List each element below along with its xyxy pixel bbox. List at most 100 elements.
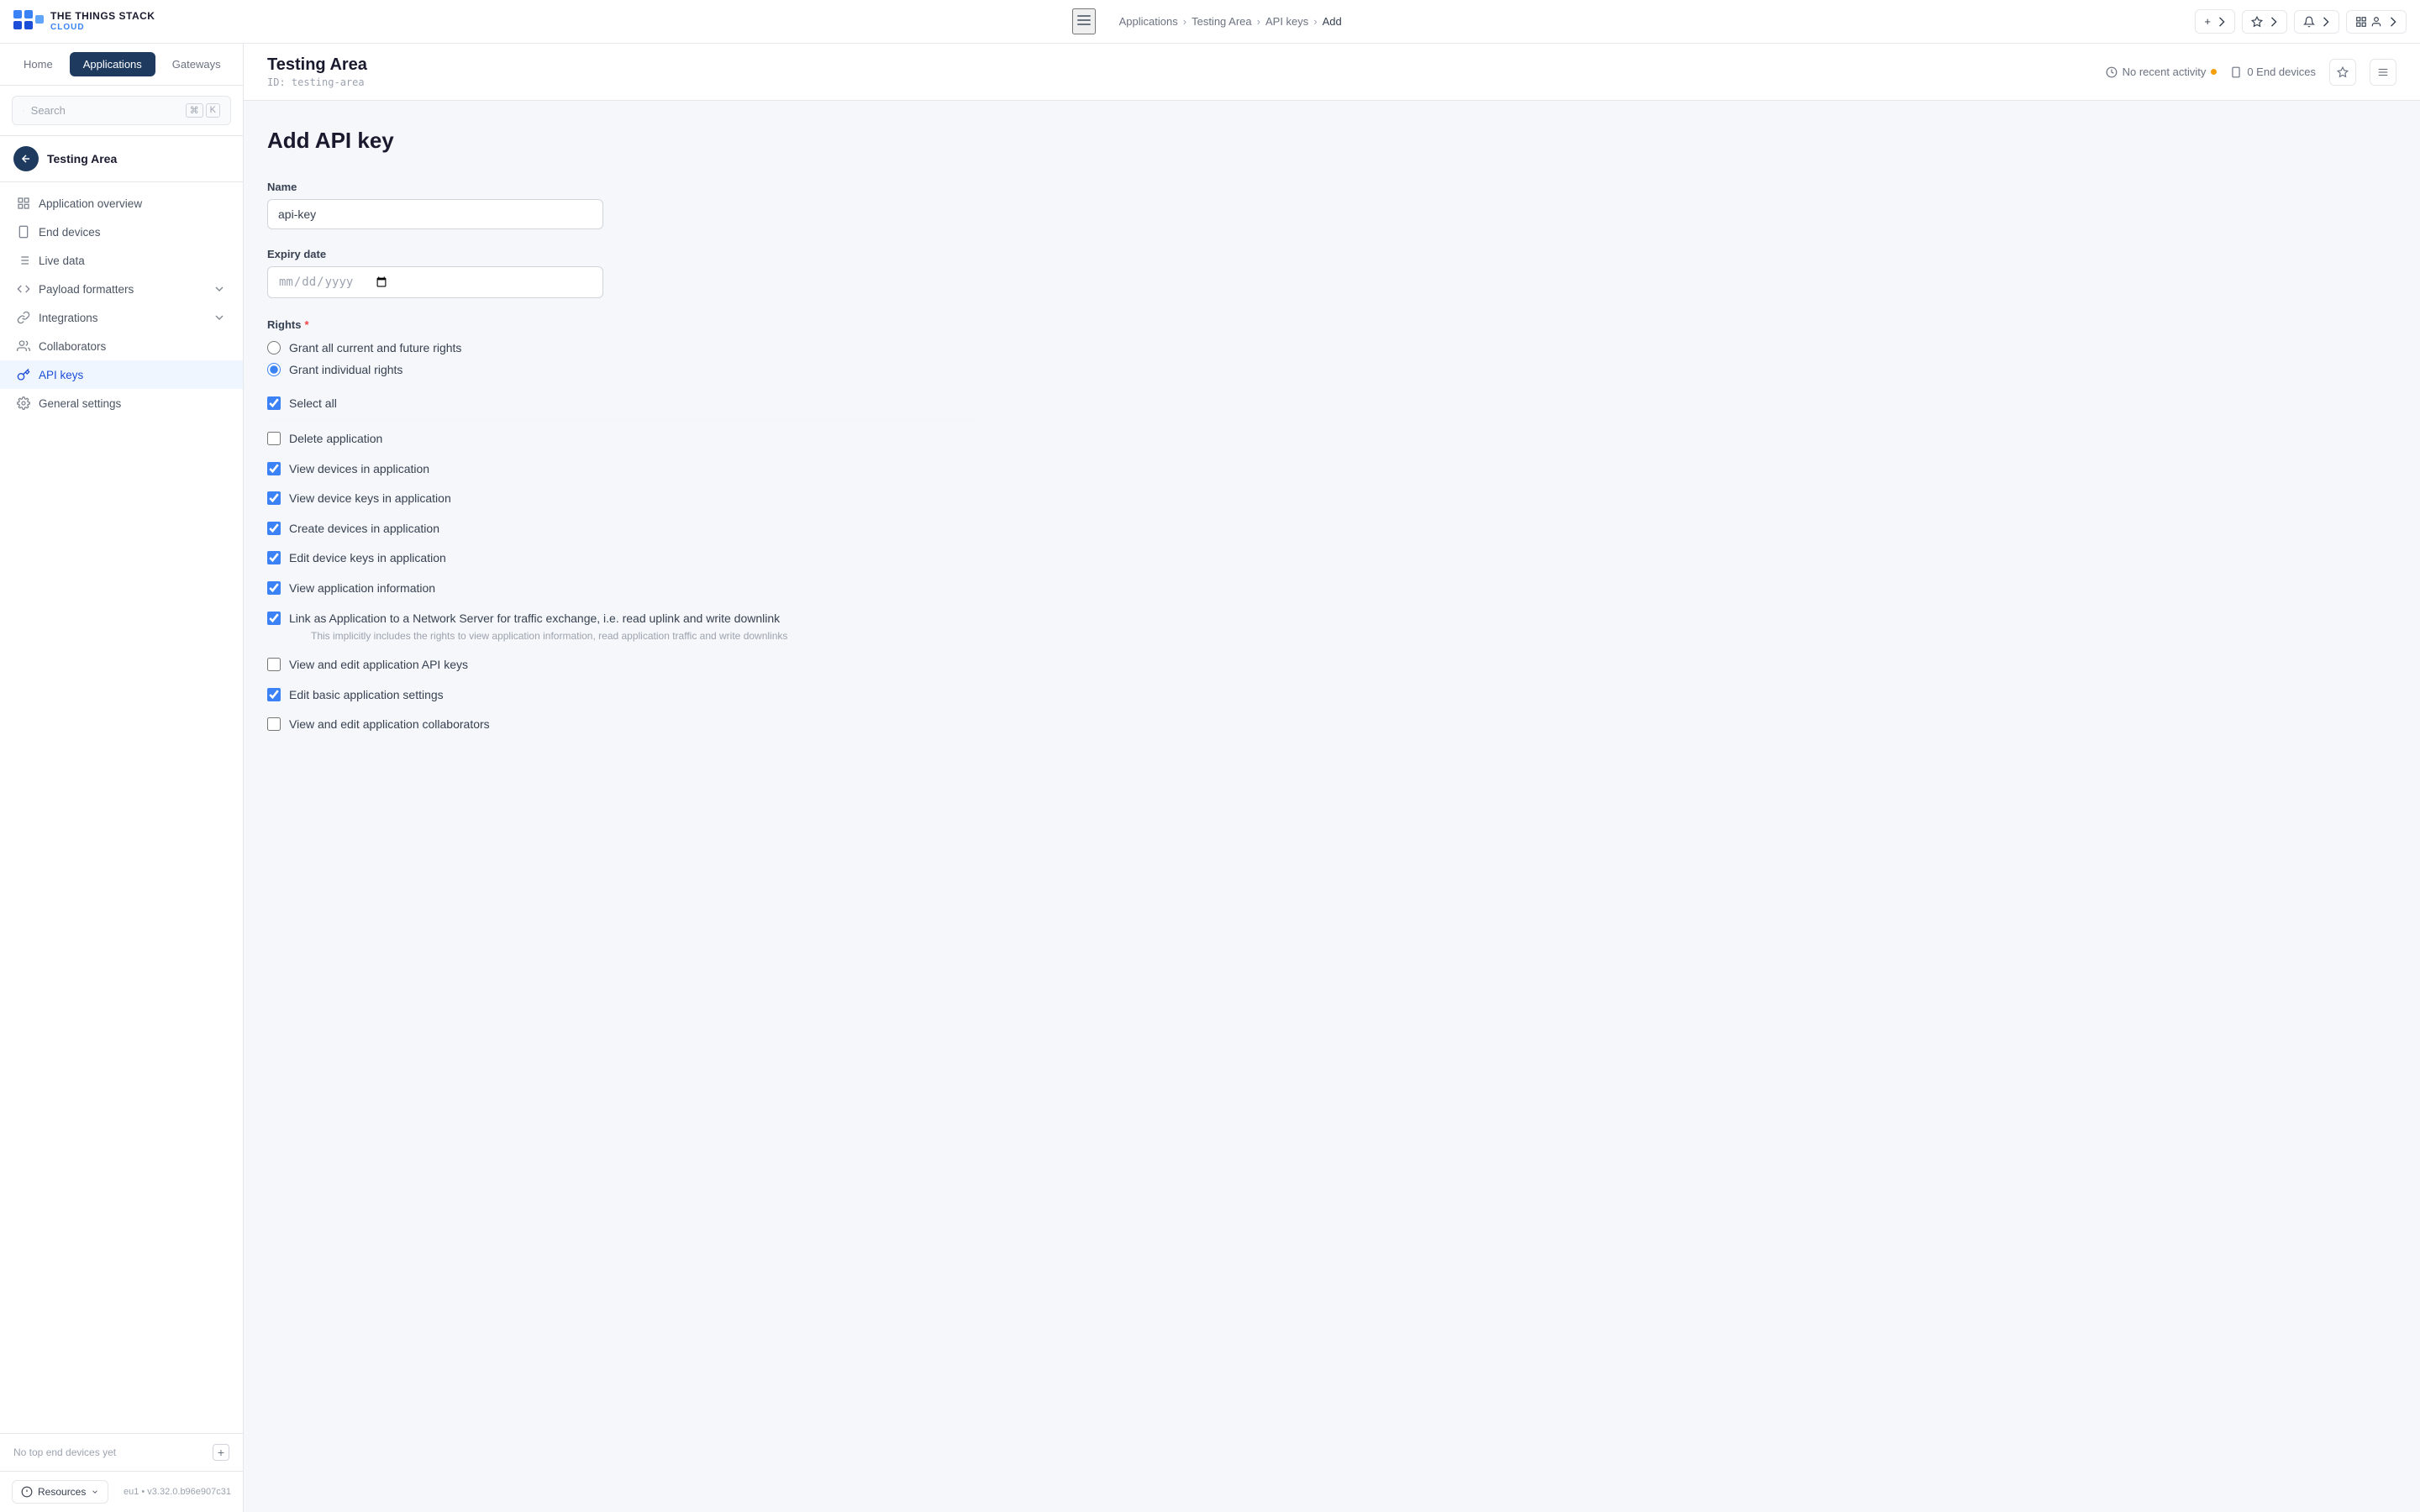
perm-view-devices-label: View devices in application — [289, 461, 429, 478]
radio-all-rights-input[interactable] — [267, 341, 281, 354]
perm-view-edit-api-keys-checkbox[interactable] — [267, 658, 281, 671]
logo-text: THE THINGS STACK CLOUD — [50, 11, 155, 31]
perm-edit-basic-settings-label: Edit basic application settings — [289, 687, 444, 704]
sidebar-tab-home[interactable]: Home — [10, 52, 66, 76]
dashboard-button[interactable] — [2346, 10, 2407, 34]
expiry-input[interactable] — [267, 266, 603, 298]
bookmark-button[interactable] — [2329, 59, 2356, 86]
gear-icon — [17, 396, 30, 410]
back-button[interactable] — [13, 146, 39, 171]
select-all-checkbox[interactable] — [267, 396, 281, 410]
perm-view-device-keys-label: View device keys in application — [289, 491, 451, 507]
perm-view-edit-collaborators: View and edit application collaborators — [267, 710, 976, 740]
version-text: eu1 • v3.32.0.b96e907c31 — [124, 1487, 231, 1497]
sidebar-item-app-overview[interactable]: Application overview — [0, 189, 243, 218]
activity-dot — [2211, 69, 2217, 75]
content-body: Add API key Name Expiry date Rights * — [244, 101, 1000, 767]
perm-edit-device-keys-checkbox[interactable] — [267, 551, 281, 564]
sidebar-item-integrations[interactable]: Integrations — [0, 303, 243, 332]
radio-individual-rights[interactable]: Grant individual rights — [267, 363, 976, 376]
perm-view-edit-collaborators-label: View and edit application collaborators — [289, 717, 490, 733]
sidebar-item-payload-formatters[interactable]: Payload formatters — [0, 275, 243, 303]
content-header: Testing Area ID: testing-area No recent … — [244, 44, 2420, 101]
rights-section: Rights * Grant all current and future ri… — [267, 318, 976, 740]
search-input[interactable] — [31, 104, 179, 117]
content-area: Testing Area ID: testing-area No recent … — [244, 44, 2420, 1512]
perm-link-app-checkbox[interactable] — [267, 612, 281, 625]
code-icon — [17, 282, 30, 296]
breadcrumb-current: Add — [1323, 15, 1342, 28]
perm-create-devices-checkbox[interactable] — [267, 522, 281, 535]
main-layout: Home Applications Gateways ⌘K Testing Ar… — [0, 44, 2420, 1512]
radio-individual-rights-input[interactable] — [267, 363, 281, 376]
select-all-row: Select all — [267, 390, 976, 421]
sidebar-item-general-settings[interactable]: General settings — [0, 389, 243, 417]
devices-icon — [2230, 66, 2242, 78]
breadcrumb-sep-2: › — [1257, 15, 1260, 28]
sidebar-nav-tabs: Home Applications Gateways — [0, 44, 243, 86]
perm-view-edit-collaborators-checkbox[interactable] — [267, 717, 281, 731]
activity-icon — [2106, 66, 2118, 78]
app-name: Testing Area — [267, 55, 367, 75]
perm-view-edit-api-keys: View and edit application API keys — [267, 650, 976, 680]
content-header-left: Testing Area ID: testing-area — [267, 55, 367, 88]
perm-link-app-hint: This implicitly includes the rights to v… — [289, 628, 787, 643]
sidebar-item-collaborators[interactable]: Collaborators — [0, 332, 243, 360]
breadcrumb-applications[interactable]: Applications — [1119, 15, 1178, 28]
sidebar-tab-gateways[interactable]: Gateways — [159, 52, 234, 76]
breadcrumb-sep-1: › — [1183, 15, 1186, 28]
star-icon — [2337, 66, 2349, 78]
name-label: Name — [267, 181, 976, 193]
chevron-down-icon — [213, 282, 226, 296]
perm-create-devices: Create devices in application — [267, 514, 976, 544]
resources-button[interactable]: Resources — [12, 1480, 108, 1504]
perm-view-app-info: View application information — [267, 574, 976, 604]
expiry-field-group: Expiry date — [267, 248, 976, 298]
bookmarks-button[interactable] — [2242, 10, 2287, 34]
perm-delete-app-checkbox[interactable] — [267, 432, 281, 445]
sidebar-item-api-keys[interactable]: API keys — [0, 360, 243, 389]
sidebar-back-label: Testing Area — [47, 152, 117, 165]
rights-radio-group: Grant all current and future rights Gran… — [267, 341, 976, 376]
topbar: THE THINGS STACK CLOUD Applications › Te… — [0, 0, 2420, 44]
add-api-key-form: Name Expiry date Rights * — [267, 181, 976, 740]
radio-all-rights[interactable]: Grant all current and future rights — [267, 341, 976, 354]
sidebar-item-end-devices[interactable]: End devices — [0, 218, 243, 246]
add-button[interactable]: + — [2195, 9, 2235, 34]
topbar-actions: + — [2195, 9, 2407, 34]
perm-edit-basic-settings: Edit basic application settings — [267, 680, 976, 711]
chevron-down-icon-integrations — [213, 311, 226, 324]
menu-button[interactable] — [2370, 59, 2396, 86]
info-icon — [21, 1486, 33, 1498]
list-icon — [17, 254, 30, 267]
perm-view-device-keys-checkbox[interactable] — [267, 491, 281, 505]
notifications-button[interactable] — [2294, 10, 2339, 34]
breadcrumb-testing-area[interactable]: Testing Area — [1192, 15, 1252, 28]
perm-view-devices-checkbox[interactable] — [267, 462, 281, 475]
sidebar-back-section: Testing Area — [0, 136, 243, 182]
sidebar-menu: Application overview End devices Live da… — [0, 182, 243, 1433]
activity-badge: No recent activity — [2106, 66, 2217, 78]
perm-edit-device-keys: Edit device keys in application — [267, 543, 976, 574]
perm-view-app-info-label: View application information — [289, 580, 435, 597]
sidebar-item-live-data[interactable]: Live data — [0, 246, 243, 275]
expiry-label: Expiry date — [267, 248, 976, 260]
sidebar-toggle-button[interactable] — [1072, 8, 1096, 34]
perm-link-app-label: Link as Application to a Network Server … — [289, 612, 780, 625]
content-header-right: No recent activity 0 End devices — [2106, 59, 2396, 86]
breadcrumb: Applications › Testing Area › API keys ›… — [1106, 15, 1355, 28]
sidebar-search-container: ⌘K — [0, 86, 243, 136]
add-device-button[interactable]: + — [213, 1444, 229, 1461]
name-input[interactable] — [267, 199, 603, 229]
perm-view-app-info-checkbox[interactable] — [267, 581, 281, 595]
perm-edit-device-keys-label: Edit device keys in application — [289, 550, 446, 567]
sidebar-footer: No top end devices yet + — [0, 1433, 243, 1471]
key-icon — [17, 368, 30, 381]
perm-edit-basic-settings-checkbox[interactable] — [267, 688, 281, 701]
breadcrumb-api-keys[interactable]: API keys — [1265, 15, 1308, 28]
breadcrumb-sep-3: › — [1313, 15, 1317, 28]
sidebar-tab-applications[interactable]: Applications — [70, 52, 155, 76]
rights-label: Rights * — [267, 318, 976, 331]
sidebar: Home Applications Gateways ⌘K Testing Ar… — [0, 44, 244, 1512]
device-icon — [17, 225, 30, 239]
